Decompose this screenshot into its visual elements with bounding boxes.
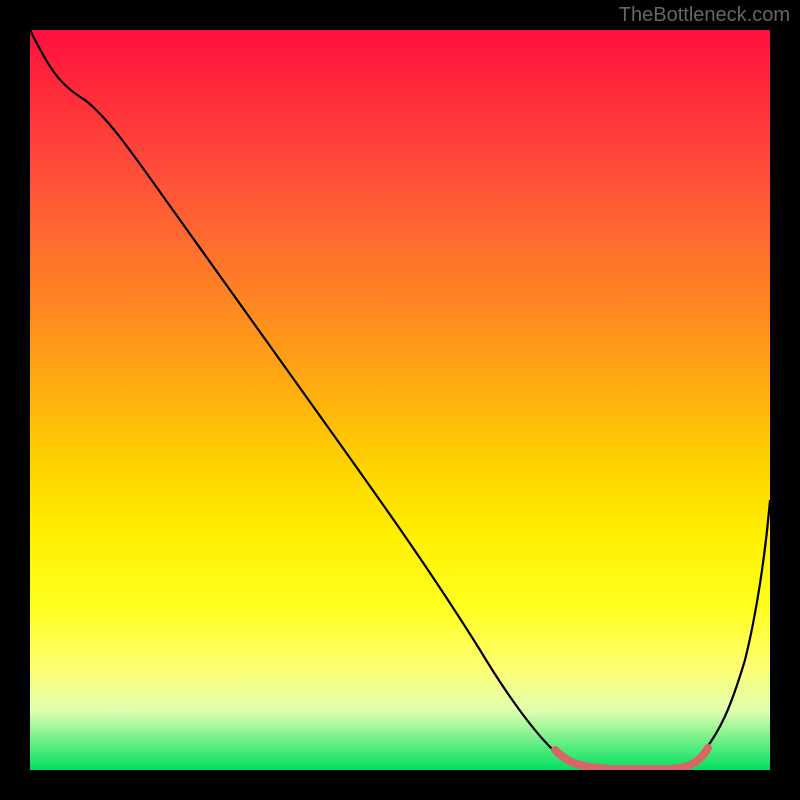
bottleneck-curve xyxy=(30,30,770,768)
chart-svg xyxy=(30,30,770,770)
optimal-range-marker xyxy=(555,748,708,769)
attribution-text: TheBottleneck.com xyxy=(619,4,790,27)
plot-area xyxy=(30,30,770,770)
